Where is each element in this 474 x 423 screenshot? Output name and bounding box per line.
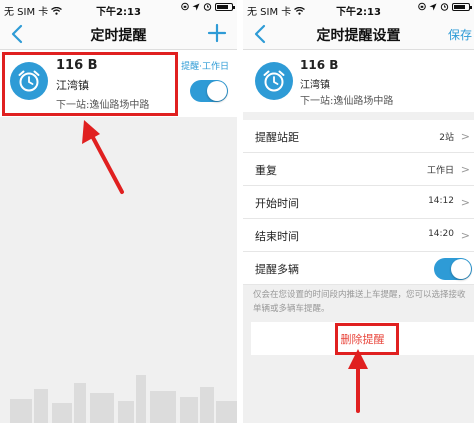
setting-label: 提醒站距 [255, 131, 299, 144]
alarm-settings-screen: 无 SIM 卡 下午2:13 定时提醒设置 保存 116 B 江湾镇 下一站:逸… [243, 0, 474, 423]
setting-value: 2站 [439, 133, 454, 143]
lock-rotation-icon [418, 2, 426, 11]
status-bar: 无 SIM 卡 下午2:13 [0, 0, 237, 18]
route-name: 116 B [300, 58, 339, 72]
alarm-status-icon [440, 3, 449, 11]
nav-bar: 定时提醒 [0, 18, 237, 50]
status-bar: 无 SIM 卡 下午2:13 [243, 0, 474, 18]
alarm-status-icon [203, 3, 212, 11]
setting-row-start-time[interactable]: 开始时间 14:12 > [243, 186, 474, 219]
alarm-clock-icon [255, 62, 293, 100]
setting-label: 提醒多辆 [255, 263, 299, 276]
city-skyline-illustration [10, 375, 237, 423]
setting-value: 14:12 [428, 196, 454, 206]
red-arrow-icon [348, 349, 368, 413]
stop-name: 江湾镇 [300, 80, 330, 91]
setting-label: 结束时间 [255, 230, 299, 243]
location-icon [192, 3, 200, 10]
highlight-box [2, 52, 178, 116]
alarm-list-screen: 无 SIM 卡 下午2:13 定时提醒 116 B 江湾镇 下一站:逸仙路场中路… [0, 0, 237, 423]
chevron-right-icon: > [460, 196, 470, 209]
page-title: 定时提醒设置 [316, 28, 401, 44]
red-arrow-icon [82, 120, 124, 194]
chevron-right-icon: > [460, 229, 470, 242]
alarm-toggle[interactable] [190, 80, 228, 102]
next-stop: 下一站:逸仙路场中路 [300, 96, 394, 107]
location-icon [429, 3, 437, 10]
chevron-right-icon: > [460, 130, 470, 143]
setting-value: 14:20 [428, 229, 454, 239]
setting-row-end-time[interactable]: 结束时间 14:20 > [243, 219, 474, 252]
battery-icon [452, 2, 472, 11]
alarm-summary-card: 116 B 江湾镇 下一站:逸仙路场中路 [243, 50, 474, 112]
battery-icon [215, 2, 235, 11]
setting-row-multi-bus: 提醒多辆 [243, 252, 474, 285]
chevron-right-icon: > [460, 163, 470, 176]
page-title: 定时提醒 [90, 28, 147, 44]
add-icon[interactable] [207, 23, 227, 43]
save-button[interactable]: 保存 [448, 26, 472, 43]
setting-row-repeat[interactable]: 重复 工作日 > [243, 153, 474, 186]
settings-list: 提醒站距 2站 > 重复 工作日 > 开始时间 14:12 > 结束时间 14:… [243, 120, 474, 285]
settings-note: 仅会在您设置的时间段内推送上车提醒，您可以选择接收单辆或多辆车提醒。 [253, 290, 466, 314]
schedule-label: 提醒·工作日 [181, 62, 229, 72]
lock-rotation-icon [181, 2, 189, 11]
setting-label: 重复 [255, 164, 277, 177]
setting-label: 开始时间 [255, 197, 299, 210]
setting-value: 工作日 [426, 166, 454, 176]
nav-bar: 定时提醒设置 保存 [243, 18, 474, 50]
setting-row-distance[interactable]: 提醒站距 2站 > [243, 120, 474, 153]
multi-bus-toggle[interactable] [434, 258, 472, 280]
